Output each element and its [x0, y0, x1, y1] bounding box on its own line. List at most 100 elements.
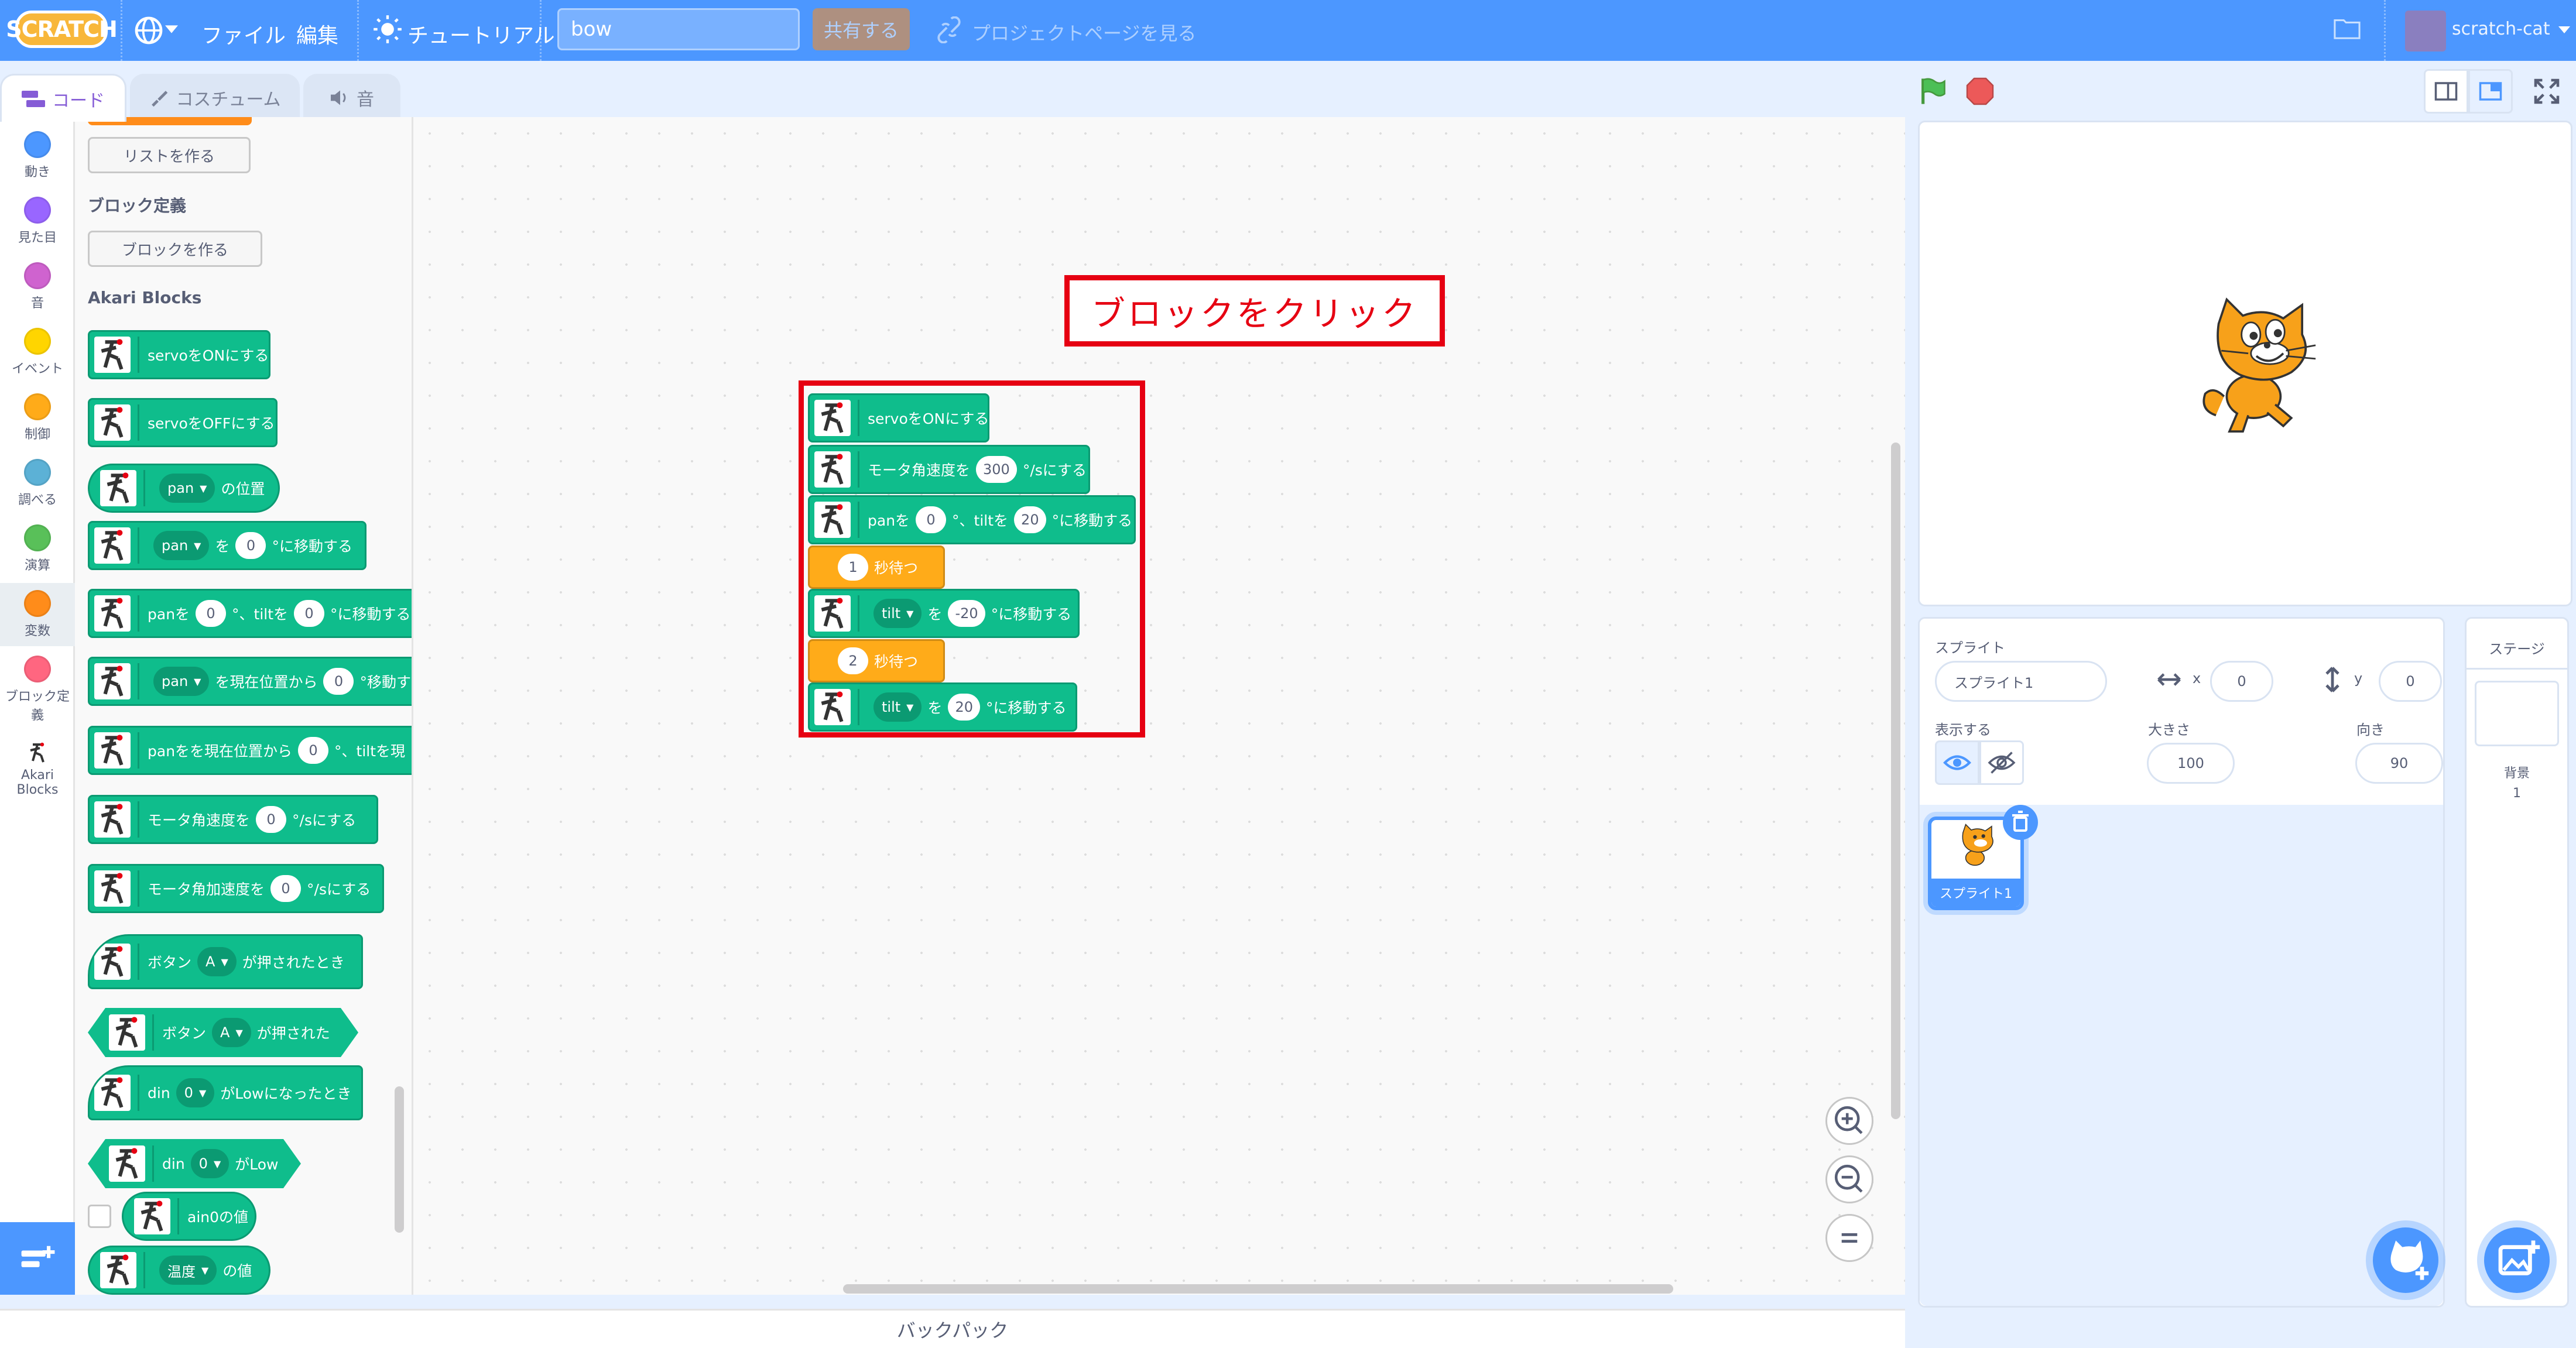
sensor-dropdown[interactable]: 温度 ▼: [159, 1256, 217, 1285]
pan-input[interactable]: 0: [916, 506, 947, 533]
script-block-wait-1[interactable]: 1 秒待つ: [808, 546, 945, 589]
button-dropdown[interactable]: A ▼: [212, 1018, 251, 1047]
palette-block-move-axis[interactable]: pan ▼ を 0 °に移動する: [88, 521, 366, 570]
menu-tutorials[interactable]: チュートリアル: [407, 19, 555, 49]
angle-input[interactable]: -20: [948, 600, 985, 627]
make-block-button[interactable]: ブロックを作る: [88, 231, 262, 267]
username-label[interactable]: scratch-cat: [2452, 19, 2550, 39]
menu-file[interactable]: ファイル: [201, 19, 286, 49]
tab-sounds[interactable]: 音: [303, 74, 400, 119]
stage-canvas[interactable]: [1918, 121, 2572, 606]
category-variables[interactable]: 変数: [0, 583, 75, 646]
tab-costumes[interactable]: コスチューム: [130, 74, 300, 119]
angle-input[interactable]: 0: [298, 737, 329, 764]
green-flag-icon[interactable]: [1918, 76, 1948, 107]
scratch-cat-sprite[interactable]: [2189, 297, 2324, 440]
zoom-out-button[interactable]: [1825, 1155, 1873, 1203]
category-akari-blocks[interactable]: Akari Blocks: [0, 741, 75, 797]
axis-dropdown[interactable]: tilt ▼: [873, 692, 922, 722]
large-stage-button[interactable]: [2468, 69, 2513, 114]
tilt-input[interactable]: 0: [294, 600, 325, 627]
palette-block-axis-position[interactable]: pan ▼ の位置: [88, 464, 280, 513]
workspace-vertical-scrollbar[interactable]: [1891, 443, 1900, 1119]
add-extension-button[interactable]: [0, 1222, 78, 1295]
angle-input[interactable]: 20: [948, 694, 981, 721]
palette-block-din-hat[interactable]: din 0 ▼ がLowになったとき: [88, 1065, 363, 1120]
delete-sprite-button[interactable]: [2003, 805, 2038, 840]
angle-input[interactable]: 0: [323, 668, 354, 695]
sprite-name-input[interactable]: スプライト1: [1935, 661, 2107, 702]
category-sound[interactable]: 音: [0, 262, 75, 311]
choose-backdrop-button[interactable]: [2484, 1227, 2550, 1293]
script-block-wait-2[interactable]: 2 秒待つ: [808, 639, 945, 682]
palette-block-move-relative[interactable]: pan ▼ を現在位置から 0 °移動する: [88, 657, 412, 706]
palette-block-button-hat[interactable]: ボタン A ▼ が押されたとき: [88, 934, 363, 989]
ain-checkbox[interactable]: [88, 1205, 111, 1228]
category-sensing[interactable]: 調べる: [0, 459, 75, 508]
palette-block-button-pressed[interactable]: ボタン A ▼ が押された: [88, 1008, 358, 1057]
show-button[interactable]: [1935, 740, 1979, 785]
direction-input[interactable]: 90: [2355, 743, 2443, 784]
small-stage-button[interactable]: [2424, 69, 2468, 114]
script-block-move-tilt-1[interactable]: tilt ▼ を -20 °に移動する: [808, 589, 1080, 638]
share-button[interactable]: 共有する: [813, 8, 910, 50]
make-list-button[interactable]: リストを作る: [88, 137, 251, 173]
angle-input[interactable]: 0: [235, 532, 266, 559]
palette-block-motor-speed[interactable]: モータ角速度を 0 °/sにする: [88, 795, 378, 844]
avatar[interactable]: [2405, 11, 2446, 52]
category-looks[interactable]: 見た目: [0, 197, 75, 246]
menu-edit[interactable]: 編集: [296, 19, 338, 49]
zoom-reset-button[interactable]: [1825, 1214, 1873, 1262]
folder-icon[interactable]: [2334, 15, 2361, 41]
palette-block-temperature[interactable]: 温度 ▼ の値: [88, 1246, 270, 1295]
tilt-input[interactable]: 20: [1014, 506, 1046, 533]
script-block-move-both[interactable]: panを 0 °、tiltを 20 °に移動する: [808, 495, 1136, 544]
accel-input[interactable]: 0: [270, 875, 302, 902]
speed-input[interactable]: 300: [976, 456, 1017, 483]
category-my-blocks[interactable]: ブロック定義: [0, 656, 75, 723]
choose-sprite-button[interactable]: [2373, 1227, 2438, 1293]
seconds-input[interactable]: 1: [838, 554, 868, 581]
fullscreen-button[interactable]: [2524, 69, 2569, 114]
din-dropdown[interactable]: 0 ▼: [191, 1149, 229, 1178]
see-project-page-button[interactable]: プロジェクトページを見る: [972, 19, 1196, 46]
palette-block-din-low[interactable]: din 0 ▼ がLow: [88, 1139, 301, 1188]
category-events[interactable]: イベント: [0, 328, 75, 377]
palette-block-servo-off[interactable]: servoをOFFにする: [88, 398, 278, 447]
pan-input[interactable]: 0: [196, 600, 227, 627]
din-dropdown[interactable]: 0 ▼: [176, 1078, 215, 1107]
stage-thumbnail[interactable]: [2475, 681, 2559, 746]
hide-button[interactable]: [1979, 740, 2024, 785]
workspace-horizontal-scrollbar[interactable]: [843, 1284, 1673, 1294]
script-block-motor-speed[interactable]: モータ角速度を 300 °/sにする: [808, 445, 1090, 494]
axis-dropdown[interactable]: pan ▼: [159, 474, 215, 503]
x-input[interactable]: 0: [2210, 661, 2273, 702]
stop-icon[interactable]: [1966, 77, 1994, 105]
zoom-in-button[interactable]: [1825, 1097, 1873, 1145]
scratch-logo[interactable]: SCRATCH: [6, 11, 118, 48]
y-input[interactable]: 0: [2379, 661, 2442, 702]
category-control[interactable]: 制御: [0, 393, 75, 443]
palette-scrollbar[interactable]: [395, 1086, 404, 1233]
backpack-header[interactable]: バックパック: [0, 1309, 1905, 1348]
axis-dropdown[interactable]: tilt ▼: [873, 599, 922, 628]
tab-code[interactable]: コード: [0, 74, 126, 122]
palette-block-ain-value[interactable]: ain0の値: [122, 1192, 256, 1241]
palette-block-move-relative-both[interactable]: panをを現在位置から 0 °、tiltを現: [88, 726, 412, 775]
script-block-move-tilt-2[interactable]: tilt ▼ を 20 °に移動する: [808, 682, 1077, 732]
speed-input[interactable]: 0: [256, 806, 287, 833]
palette-block-motor-accel[interactable]: モータ角加速度を 0 °/sにする: [88, 864, 384, 913]
palette-block-move-both[interactable]: panを 0 °、tiltを 0 °に移動する: [88, 589, 412, 638]
size-input[interactable]: 100: [2147, 743, 2235, 784]
axis-dropdown[interactable]: pan ▼: [153, 667, 210, 696]
seconds-input[interactable]: 2: [838, 647, 868, 674]
palette-block-servo-on[interactable]: servoをONにする: [88, 330, 270, 379]
project-title-input[interactable]: bow: [557, 8, 800, 50]
category-operators[interactable]: 演算: [0, 524, 75, 574]
category-motion[interactable]: 動き: [0, 131, 75, 180]
script-workspace[interactable]: ブロックをクリック servoをONにする モータ角速度を 300 °/sにする…: [413, 117, 1905, 1295]
button-dropdown[interactable]: A ▼: [197, 947, 237, 976]
axis-dropdown[interactable]: pan ▼: [153, 531, 210, 560]
script-block-servo-on[interactable]: servoをONにする: [808, 393, 989, 443]
globe-icon[interactable]: [132, 14, 165, 47]
